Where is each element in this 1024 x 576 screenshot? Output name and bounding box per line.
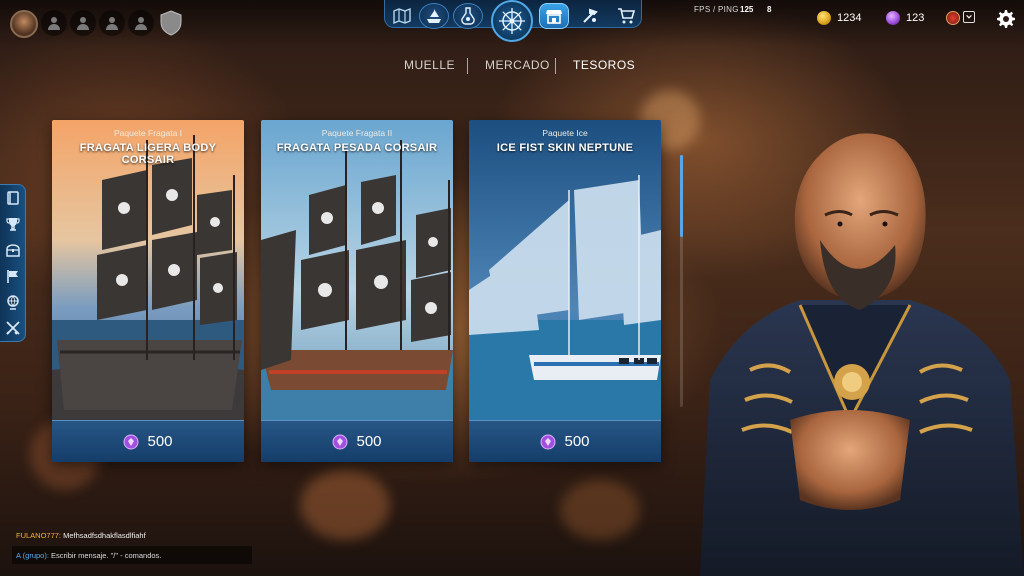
shop-icon <box>546 10 562 24</box>
globe-icon <box>7 295 19 310</box>
rail-battle[interactable] <box>4 319 22 337</box>
card-price: 500 <box>147 433 173 450</box>
rail-book[interactable] <box>4 189 22 207</box>
pack-card-fragata-2[interactable]: Paquete Fragata II FRAGATA PESADA CORSAI… <box>261 120 453 462</box>
shop-button[interactable] <box>539 3 569 29</box>
pack-card-fragata-1[interactable]: Paquete Fragata I FRAGATA LIGERA BODY CO… <box>52 120 244 462</box>
bokeh-light <box>300 470 390 540</box>
potion-button[interactable] <box>453 3 483 29</box>
gem-icon <box>886 11 900 25</box>
chat-message: FULANO777: Mefhsadfsdhakflasdlfiahf <box>16 531 146 540</box>
trophy-icon <box>6 218 20 231</box>
flag-icon <box>7 270 18 283</box>
cart-icon <box>618 8 636 24</box>
tab-divider <box>555 58 556 74</box>
chat-text: Mefhsadfsdhakflasdlfiahf <box>63 531 146 540</box>
notification-badge-icon[interactable] <box>946 11 960 25</box>
gear-icon[interactable] <box>996 9 1016 29</box>
crossed-swords-icon <box>6 321 20 335</box>
chevron-down-icon[interactable] <box>963 11 975 23</box>
party-slot-1[interactable] <box>41 10 67 36</box>
rail-chest[interactable] <box>4 241 22 259</box>
person-icon <box>106 17 118 30</box>
fps-value: 125 <box>740 5 754 14</box>
cart-button[interactable] <box>611 3 641 29</box>
card-subtitle: Paquete Fragata II <box>321 128 393 138</box>
person-icon <box>135 17 147 30</box>
gold-coin-icon <box>817 11 831 25</box>
tab-mercado[interactable]: MERCADO <box>485 58 550 72</box>
helm-icon <box>499 8 525 34</box>
craft-button[interactable] <box>575 3 605 29</box>
card-art-dark-sail-frigate <box>52 120 244 462</box>
card-price: 500 <box>356 433 382 450</box>
chest-icon <box>6 244 20 257</box>
bokeh-light <box>560 480 640 540</box>
gem-icon <box>540 434 556 449</box>
gold-amount: 1234 <box>837 12 862 24</box>
ping-value: 8 <box>767 5 772 14</box>
chat-sender: FULANO777: <box>16 531 62 540</box>
gem-icon <box>123 434 139 449</box>
book-icon <box>7 191 19 205</box>
card-subtitle: Paquete Fragata I <box>113 128 183 138</box>
top-bar: FPS / PING 125 8 1234 123 <box>0 0 1024 46</box>
card-title: ICE FIST SKIN NEPTUNE <box>496 142 634 154</box>
ship-button[interactable] <box>419 3 449 29</box>
shield-icon[interactable] <box>159 10 183 36</box>
fps-ping-label: FPS / PING <box>694 5 739 14</box>
shop-tabs: MUELLE MERCADO TESOROS <box>0 58 1024 74</box>
ship-icon <box>427 8 441 23</box>
person-icon <box>77 17 89 30</box>
rail-globe[interactable] <box>4 293 22 311</box>
tab-divider <box>467 58 468 74</box>
map-button[interactable] <box>387 3 417 29</box>
craft-icon <box>583 8 598 23</box>
pirate-captain-portrait <box>700 133 1024 576</box>
chat-channel[interactable]: A (grupo): <box>16 551 49 560</box>
rail-trophy[interactable] <box>4 215 22 233</box>
player-avatar[interactable] <box>10 10 38 38</box>
card-art-heavy-frigate <box>261 120 453 462</box>
gems-amount: 123 <box>906 12 925 24</box>
party-slot-3[interactable] <box>99 10 125 36</box>
chat-input[interactable]: A (grupo): Escribir mensaje. "/" - coman… <box>12 546 252 564</box>
card-art-ice-ship <box>469 120 661 462</box>
tab-muelle[interactable]: MUELLE <box>404 58 455 72</box>
card-price: 500 <box>564 433 590 450</box>
map-icon <box>393 7 411 25</box>
card-title: FRAGATA PESADA CORSAIR <box>276 142 438 154</box>
rail-flag[interactable] <box>4 267 22 285</box>
potion-icon <box>461 7 475 25</box>
tab-tesoros[interactable]: TESOROS <box>573 58 635 72</box>
gem-counter: 123 <box>886 11 924 25</box>
price-button[interactable]: 500 <box>52 420 244 462</box>
gem-icon <box>332 434 348 449</box>
gold-counter: 1234 <box>817 11 861 25</box>
side-rail <box>0 184 26 342</box>
person-icon <box>48 17 60 30</box>
card-subtitle: Paquete Ice <box>542 128 588 138</box>
price-button[interactable]: 500 <box>469 420 661 462</box>
party-slot-4[interactable] <box>128 10 154 36</box>
chat-placeholder: Escribir mensaje. "/" - comandos. <box>51 551 162 560</box>
price-button[interactable]: 500 <box>261 420 453 462</box>
card-title: FRAGATA LIGERA BODY CORSAIR <box>79 142 217 166</box>
helm-button[interactable] <box>491 0 533 42</box>
pack-card-ice[interactable]: Paquete Ice ICE FIST SKIN NEPTUNE 500 <box>469 120 661 462</box>
party-slot-2[interactable] <box>70 10 96 36</box>
